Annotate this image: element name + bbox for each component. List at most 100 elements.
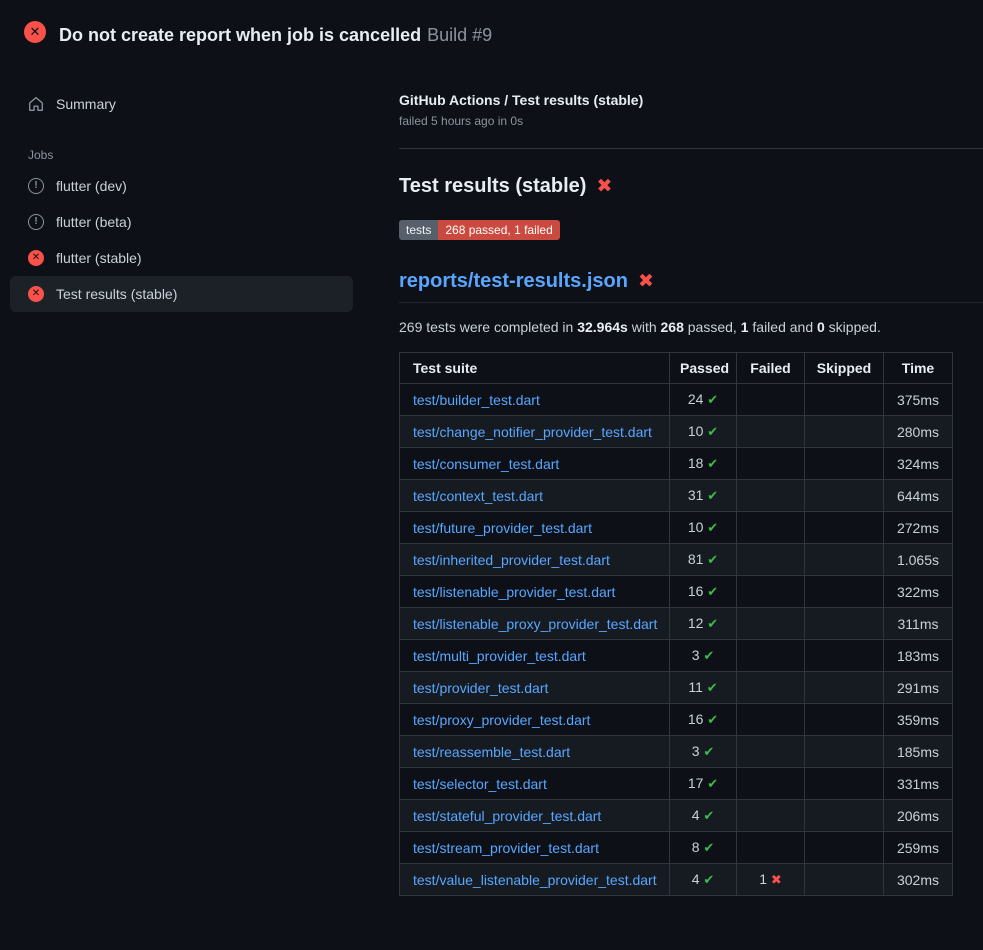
test-suite-link[interactable]: test/consumer_test.dart — [413, 456, 559, 472]
sidebar-item-flutter-dev[interactable]: !flutter (dev) — [10, 168, 353, 204]
table-row: test/provider_test.dart 11 ✔ 291ms — [400, 672, 953, 704]
check-icon: ✔ — [707, 456, 718, 471]
skipped-cell — [805, 448, 884, 480]
test-suite-link[interactable]: test/proxy_provider_test.dart — [413, 712, 590, 728]
passed-cell-count: 10 — [688, 423, 707, 439]
check-icon: ✔ — [703, 744, 714, 759]
x-icon: ✖ — [771, 872, 782, 887]
suite-cell: test/consumer_test.dart — [400, 448, 670, 480]
passed-cell: 18 ✔ — [670, 448, 737, 480]
passed-cell-count: 12 — [688, 615, 707, 631]
summary-value: 0 — [817, 319, 825, 335]
sidebar-item-summary[interactable]: Summary — [10, 86, 353, 122]
passed-cell-count: 24 — [688, 391, 707, 407]
sidebar-item-flutter-beta[interactable]: !flutter (beta) — [10, 204, 353, 240]
test-suite-link[interactable]: test/provider_test.dart — [413, 680, 548, 696]
skipped-cell — [805, 672, 884, 704]
summary-text: failed and — [749, 319, 818, 335]
passed-cell-count: 4 — [692, 807, 704, 823]
summary-text: skipped. — [825, 319, 881, 335]
passed-cell-count: 16 — [688, 711, 707, 727]
column-header-time: Time — [884, 353, 953, 384]
test-suite-link[interactable]: test/multi_provider_test.dart — [413, 648, 586, 664]
sidebar-item-test-results-stable[interactable]: ✕Test results (stable) — [10, 276, 353, 312]
job-label: flutter (beta) — [56, 214, 131, 230]
skipped-cell — [805, 704, 884, 736]
check-icon: ✔ — [707, 712, 718, 727]
table-row: test/stateful_provider_test.dart4 ✔206ms — [400, 800, 953, 832]
report-link[interactable]: reports/test-results.json — [399, 270, 628, 293]
failed-cell-count: 1 — [759, 871, 771, 887]
badge-label: tests — [399, 220, 438, 240]
alert-circle-icon: ! — [28, 178, 44, 194]
skipped-cell — [805, 544, 884, 576]
table-row: test/selector_test.dart17 ✔331ms — [400, 768, 953, 800]
skipped-cell — [805, 864, 884, 896]
page-title: Do not create report when job is cancell… — [59, 16, 492, 48]
table-body: test/builder_test.dart24 ✔375mstest/chan… — [400, 384, 953, 896]
passed-cell: 10 ✔ — [670, 416, 737, 448]
build-title: Do not create report when job is cancell… — [59, 25, 421, 45]
passed-cell-count: 8 — [692, 839, 704, 855]
test-suite-link[interactable]: test/stateful_provider_test.dart — [413, 808, 601, 824]
suite-cell: test/value_listenable_provider_test.dart — [400, 864, 670, 896]
test-suite-link[interactable]: test/context_test.dart — [413, 488, 543, 504]
test-suite-link[interactable]: test/builder_test.dart — [413, 392, 540, 408]
column-header-skipped: Skipped — [805, 353, 884, 384]
check-icon: ✔ — [707, 584, 718, 599]
section-title-text: Test results (stable) — [399, 175, 586, 198]
test-suite-link[interactable]: test/change_notifier_provider_test.dart — [413, 424, 652, 440]
check-icon: ✔ — [707, 424, 718, 439]
test-suite-link[interactable]: test/selector_test.dart — [413, 776, 547, 792]
test-suite-link[interactable]: test/inherited_provider_test.dart — [413, 552, 610, 568]
skipped-cell — [805, 512, 884, 544]
suite-cell: test/listenable_proxy_provider_test.dart — [400, 608, 670, 640]
time-cell: 359ms — [884, 704, 953, 736]
skipped-cell — [805, 576, 884, 608]
suite-cell: test/listenable_provider_test.dart — [400, 576, 670, 608]
failed-cell — [737, 736, 805, 768]
check-icon: ✔ — [707, 520, 718, 535]
test-suite-link[interactable]: test/stream_provider_test.dart — [413, 840, 599, 856]
failed-cell — [737, 800, 805, 832]
test-suite-link[interactable]: test/reassemble_test.dart — [413, 744, 570, 760]
x-circle-icon: ✕ — [24, 21, 46, 43]
failed-cell — [737, 608, 805, 640]
summary-text: with — [628, 319, 661, 335]
test-suite-link[interactable]: test/listenable_proxy_provider_test.dart — [413, 616, 657, 632]
table-row: test/proxy_provider_test.dart 16 ✔ 359ms — [400, 704, 953, 736]
passed-cell: 81 ✔ — [670, 544, 737, 576]
suite-cell: test/selector_test.dart — [400, 768, 670, 800]
sidebar: Summary Jobs !flutter (dev)!flutter (bet… — [0, 62, 375, 336]
build-number: Build #9 — [427, 25, 492, 45]
test-suite-link[interactable]: test/future_provider_test.dart — [413, 520, 592, 536]
passed-cell-count: 17 — [688, 775, 707, 791]
sidebar-item-flutter-stable[interactable]: ✕flutter (stable) — [10, 240, 353, 276]
suite-cell: test/change_notifier_provider_test.dart — [400, 416, 670, 448]
summary-text: passed, — [684, 319, 741, 335]
skipped-cell — [805, 832, 884, 864]
passed-cell: 16 ✔ — [670, 704, 737, 736]
app-root: ✕ Do not create report when job is cance… — [0, 0, 983, 936]
test-suite-link[interactable]: test/value_listenable_provider_test.dart — [413, 872, 657, 888]
test-suite-link[interactable]: test/listenable_provider_test.dart — [413, 584, 615, 600]
x-circle-icon: ✕ — [28, 250, 44, 266]
time-cell: 291ms — [884, 672, 953, 704]
suite-cell: test/context_test.dart — [400, 480, 670, 512]
failed-x-icon: ✖ — [638, 272, 654, 291]
test-results-table: Test suitePassedFailedSkippedTime test/b… — [399, 352, 953, 896]
passed-cell-count: 18 — [688, 455, 707, 471]
skipped-cell — [805, 640, 884, 672]
build-header: ✕ Do not create report when job is cance… — [0, 0, 983, 62]
passed-cell: 11 ✔ — [670, 672, 737, 704]
failed-cell — [737, 512, 805, 544]
time-cell: 185ms — [884, 736, 953, 768]
passed-cell: 4 ✔ — [670, 800, 737, 832]
check-icon: ✔ — [703, 872, 714, 887]
passed-cell: 17 ✔ — [670, 768, 737, 800]
passed-cell: 3 ✔ — [670, 640, 737, 672]
skipped-cell — [805, 736, 884, 768]
report-heading: reports/test-results.json ✖ — [399, 270, 983, 303]
sidebar-summary-label: Summary — [56, 96, 116, 112]
badge-value: 268 passed, 1 failed — [438, 220, 559, 240]
